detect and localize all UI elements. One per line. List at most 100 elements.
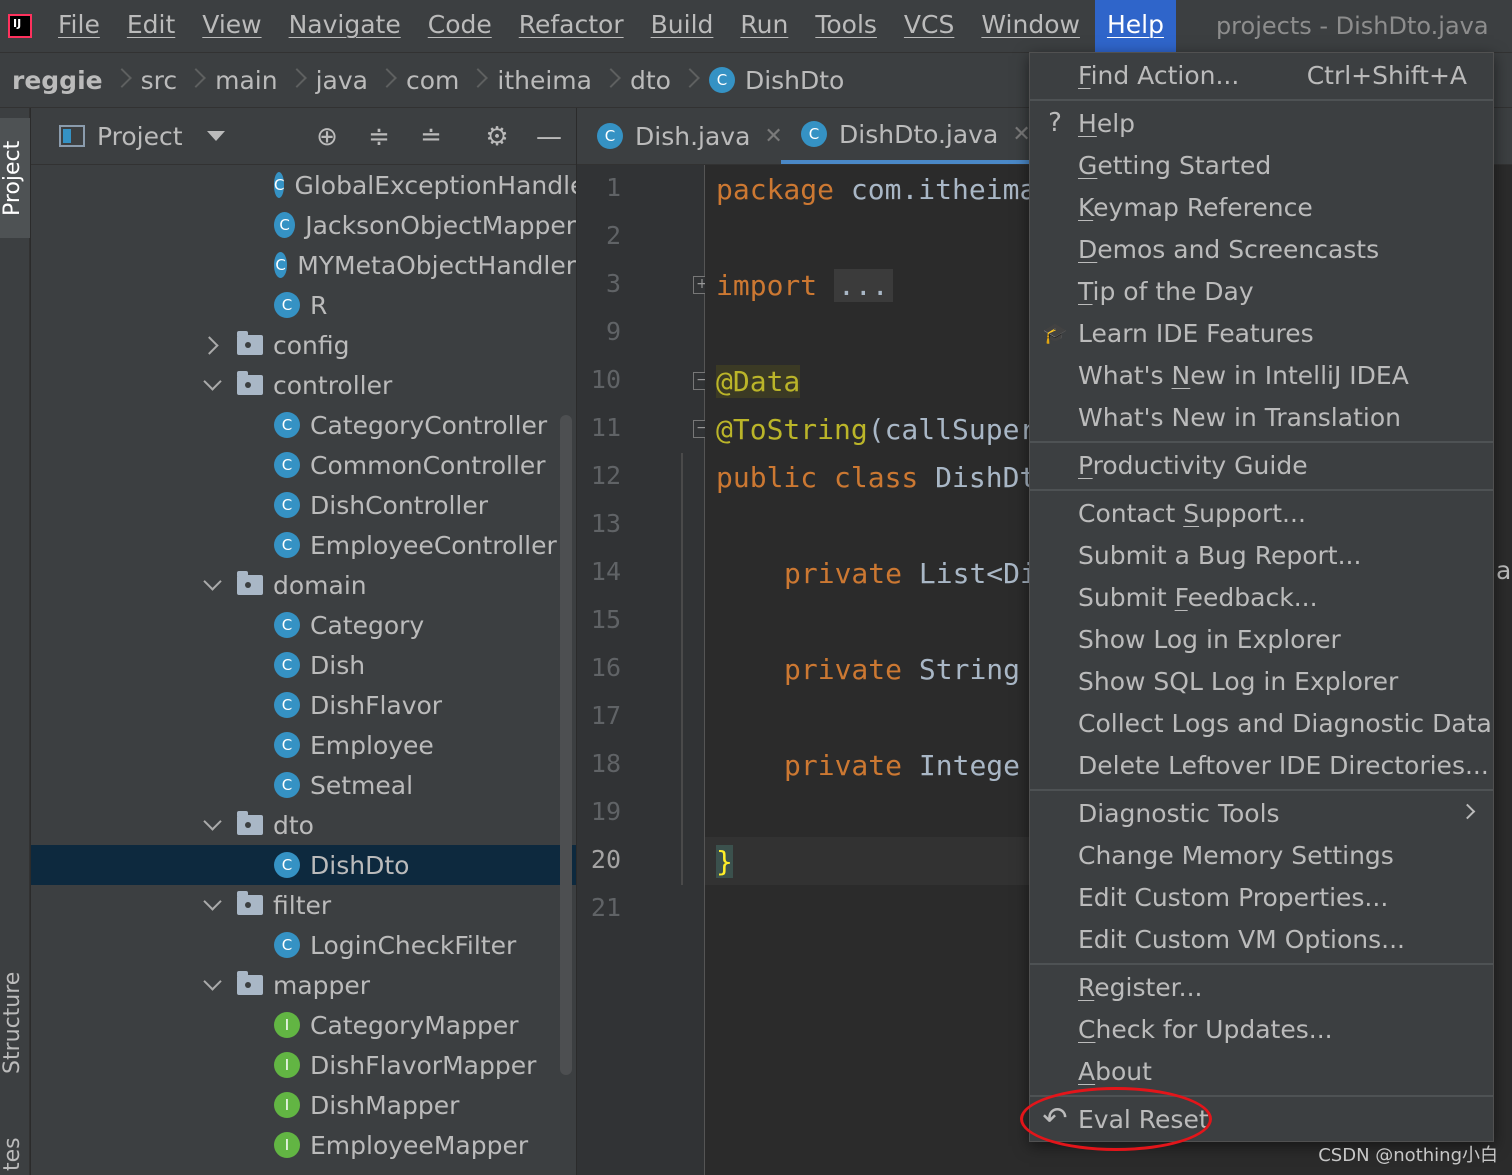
chevron-down-icon[interactable] (203, 375, 223, 395)
menu-window[interactable]: Window (981, 0, 1080, 52)
tree-file-dishflavor[interactable]: C DishFlavor (31, 685, 576, 725)
menu-run[interactable]: Run (740, 0, 788, 52)
folded-imports[interactable]: ... (834, 269, 893, 302)
breadcrumb-item[interactable]: com (406, 66, 459, 95)
chevron-right-icon[interactable] (203, 335, 223, 355)
menu-edit[interactable]: Edit (127, 0, 175, 52)
interface-icon: I (274, 1052, 300, 1078)
chevron-down-icon[interactable] (203, 975, 223, 995)
menu-view[interactable]: View (202, 0, 261, 52)
menu-item-productivity-guide[interactable]: Productivity Guide (1030, 444, 1493, 486)
menu-item-submit-bug-report[interactable]: Submit a Bug Report... (1030, 534, 1493, 576)
tree-file-dishflavormapper[interactable]: I DishFlavorMapper (31, 1045, 576, 1085)
tree-file-employeemapper[interactable]: I EmployeeMapper (31, 1125, 576, 1165)
tree-file-categorymapper[interactable]: I CategoryMapper (31, 1005, 576, 1045)
close-icon[interactable]: ✕ (1012, 122, 1030, 147)
menu-navigate[interactable]: Navigate (289, 0, 401, 52)
tree-file-commoncontroller[interactable]: C CommonController (31, 445, 576, 485)
mnemonic-letter: R (1078, 972, 1095, 1002)
tree-file-globalexceptionhandle[interactable]: C GlobalExceptionHandle (31, 165, 576, 205)
chevron-down-icon[interactable] (203, 815, 223, 835)
tree-folder-config[interactable]: config (31, 325, 576, 365)
label-text: Change Memory Settings (1078, 840, 1394, 870)
locate-icon[interactable]: ⊕ (312, 122, 342, 152)
tree-folder-dto[interactable]: dto (31, 805, 576, 845)
scrollbar-thumb[interactable] (560, 415, 572, 1075)
menu-tools[interactable]: Tools (815, 0, 877, 52)
breadcrumb-item[interactable]: src (141, 66, 178, 95)
menu-item-edit-custom-vm[interactable]: Edit Custom VM Options... (1030, 918, 1493, 960)
menu-item-help[interactable]: ? Help (1030, 102, 1493, 144)
line-number: 14 (590, 557, 621, 586)
menu-item-diagnostic-tools[interactable]: Diagnostic Tools (1030, 792, 1493, 834)
breadcrumb-item[interactable]: itheima (497, 66, 592, 95)
menu-item-show-sql-log[interactable]: Show SQL Log in Explorer (1030, 660, 1493, 702)
tree-folder-filter[interactable]: filter (31, 885, 576, 925)
menu-vcs[interactable]: VCS (904, 0, 954, 52)
chevron-down-icon[interactable] (203, 895, 223, 915)
tree-file-categorycontroller[interactable]: C CategoryController (31, 405, 576, 445)
stripe-tab-bottom[interactable]: tes (0, 1133, 30, 1175)
breadcrumb-item[interactable]: dto (630, 66, 671, 95)
tab-dishdto-java[interactable]: C DishDto.java ✕ (781, 108, 1051, 164)
tab-dish-java[interactable]: C Dish.java ✕ (597, 108, 783, 164)
menu-help[interactable]: Help (1094, 0, 1176, 52)
label-text: Edit Custom Properties... (1078, 882, 1389, 912)
breadcrumb-item[interactable]: DishDto (745, 66, 844, 95)
code-editor[interactable]: package com.itheima import ... @Data @To… (705, 165, 1035, 1175)
minimize-icon[interactable]: — (534, 122, 564, 152)
gear-icon[interactable]: ⚙ (482, 122, 512, 152)
tree-file-mymetaobjecthandler[interactable]: C MYMetaObjectHandler (31, 245, 576, 285)
tree-file-employee[interactable]: C Employee (31, 725, 576, 765)
menu-build[interactable]: Build (651, 0, 714, 52)
tree-file-dishmapper[interactable]: I DishMapper (31, 1085, 576, 1125)
tree-file-dishcontroller[interactable]: C DishController (31, 485, 576, 525)
chevron-down-icon[interactable] (203, 575, 223, 595)
keyword: public class (716, 461, 919, 494)
menu-item-delete-leftover[interactable]: Delete Leftover IDE Directories... (1030, 744, 1493, 786)
tree-file-employeecontroller[interactable]: C EmployeeController (31, 525, 576, 565)
tree-item-label: JacksonObjectMapper (305, 210, 576, 240)
menu-item-submit-feedback[interactable]: Submit Feedback... (1030, 576, 1493, 618)
menu-item-demos-screencasts[interactable]: Demos and Screencasts (1030, 228, 1493, 270)
tree-folder-domain[interactable]: domain (31, 565, 576, 605)
collapse-all-icon[interactable]: ≐ (416, 122, 446, 152)
menu-item-keymap-reference[interactable]: Keymap Reference (1030, 186, 1493, 228)
menu-item-getting-started[interactable]: Getting Started (1030, 144, 1493, 186)
dropdown-caret-icon[interactable] (206, 131, 225, 141)
label-text: ew in IntelliJ IDEA (1190, 360, 1409, 390)
tree-file-logincheckfilter[interactable]: C LoginCheckFilter (31, 925, 576, 965)
menu-item-whats-new-translation[interactable]: What's New in Translation (1030, 396, 1493, 438)
stripe-tab-project[interactable]: Project (0, 118, 30, 238)
menu-file[interactable]: File (58, 0, 100, 52)
tree-file-setmeal[interactable]: C Setmeal (31, 765, 576, 805)
menu-item-change-memory[interactable]: Change Memory Settings (1030, 834, 1493, 876)
menu-item-find-action[interactable]: Find Action... Ctrl+Shift+A (1030, 54, 1493, 96)
tree-file-dish[interactable]: C Dish (31, 645, 576, 685)
tree-folder-controller[interactable]: controller (31, 365, 576, 405)
tree-file-dishdto[interactable]: C DishDto (31, 845, 576, 885)
project-panel-title[interactable]: Project (97, 122, 183, 151)
menu-item-check-updates[interactable]: Check for Updates... (1030, 1008, 1493, 1050)
tree-folder-mapper[interactable]: mapper (31, 965, 576, 1005)
tree-file-r[interactable]: CR (31, 285, 576, 325)
menu-item-whats-new-idea[interactable]: What's New in IntelliJ IDEA (1030, 354, 1493, 396)
menu-item-show-log[interactable]: Show Log in Explorer (1030, 618, 1493, 660)
menu-item-register[interactable]: Register... (1030, 966, 1493, 1008)
tree-file-category[interactable]: C Category (31, 605, 576, 645)
breadcrumb-item[interactable]: main (215, 66, 277, 95)
menu-item-contact-support[interactable]: Contact Support... (1030, 492, 1493, 534)
breadcrumb-item[interactable]: reggie (12, 66, 103, 95)
expand-all-icon[interactable]: ≑ (364, 122, 394, 152)
menu-item-about[interactable]: About (1030, 1050, 1493, 1092)
menu-item-edit-custom-properties[interactable]: Edit Custom Properties... (1030, 876, 1493, 918)
stripe-tab-structure[interactable]: Structure (0, 968, 30, 1078)
tree-file-jacksonobjectmapper[interactable]: C JacksonObjectMapper (31, 205, 576, 245)
menu-code[interactable]: Code (428, 0, 492, 52)
menu-refactor[interactable]: Refactor (519, 0, 624, 52)
menu-item-learn-ide-features[interactable]: 🎓 Learn IDE Features (1030, 312, 1493, 354)
menu-item-collect-logs[interactable]: Collect Logs and Diagnostic Data (1030, 702, 1493, 744)
breadcrumb-item[interactable]: java (316, 66, 368, 95)
project-panel-header: Project ⊕ ≑ ≐ ⚙ — (31, 108, 576, 165)
menu-item-tip-of-the-day[interactable]: Tip of the Day (1030, 270, 1493, 312)
